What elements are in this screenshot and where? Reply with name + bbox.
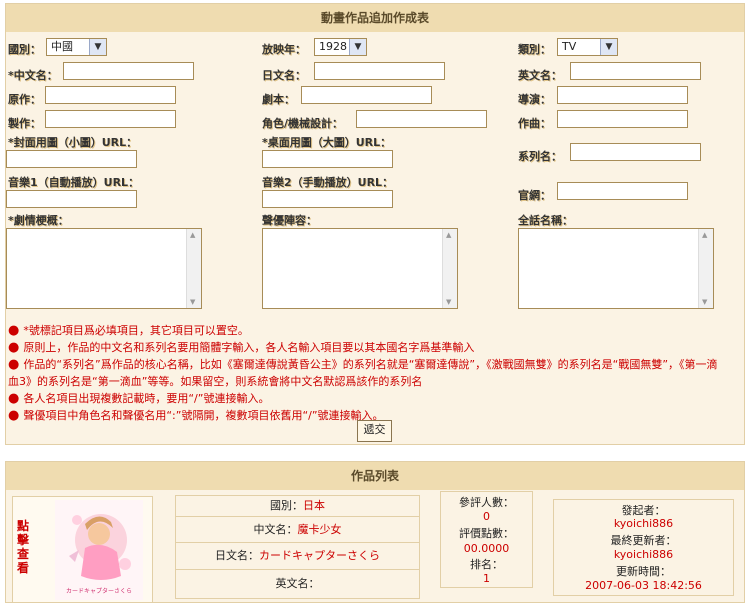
en-name-label: 英文名：	[518, 69, 562, 82]
updated-value: 2007-06-03 18:42:56	[585, 579, 702, 592]
official-site-input[interactable]	[557, 182, 688, 200]
note-text: 各人名項目出現複數記載時，要用“/”號連接輸入。	[23, 392, 270, 405]
en-name-input[interactable]	[570, 62, 701, 80]
official-site-label: 官網：	[518, 189, 551, 202]
score-value: 00.0000	[463, 542, 510, 555]
cover-large-input[interactable]	[262, 150, 393, 168]
script-label: 劇本：	[262, 93, 295, 106]
rank-value: 1	[483, 572, 490, 585]
bullet-icon: ●	[8, 357, 20, 372]
updater-value[interactable]: kyoichi886	[554, 548, 733, 561]
country-label: 國別：	[8, 43, 41, 56]
country-label: 國別：	[270, 499, 303, 512]
form-title: 動畫作品追加作成表	[6, 4, 744, 32]
year-select-value: 1928	[319, 40, 347, 53]
jp-name-input[interactable]	[314, 62, 445, 80]
production-input[interactable]	[45, 110, 176, 128]
bullet-icon: ●	[8, 391, 20, 406]
work-meta-box: 發起者： kyoichi886 最終更新者： kyoichi886 更新時間： …	[553, 499, 734, 596]
creator-label: 發起者：	[621, 504, 666, 517]
en-name-label: 英文名：	[275, 577, 320, 590]
music1-input[interactable]	[6, 190, 137, 208]
work-rating-box: 參評人數： 0 評價點數： 00.0000 排名： 1	[440, 491, 533, 588]
chevron-down-icon[interactable]: ▼	[600, 39, 617, 55]
bullet-icon: ●	[8, 408, 20, 423]
submit-button[interactable]: 遞交	[357, 420, 392, 442]
cover-large-label: *桌面用圖（大圖）URL：	[262, 136, 392, 149]
cn-name-label: *中文名：	[8, 69, 58, 82]
jp-name-row: 日文名：カードキャプターさくら	[176, 543, 419, 570]
script-input[interactable]	[301, 86, 432, 104]
country-select-value: 中國	[51, 40, 73, 53]
rank-label: 排名：	[470, 558, 503, 571]
raters-label: 參評人數：	[459, 496, 514, 509]
jp-name-label: 日文名：	[215, 549, 259, 562]
char-design-label: 角色/機械設計：	[262, 117, 344, 130]
original-input[interactable]	[45, 86, 176, 104]
music-composer-input[interactable]	[557, 110, 688, 128]
bullet-icon: ●	[8, 340, 20, 355]
note-text: 原則上，作品的中文名和系列名要用簡體字輸入，各人名輸入項目要以其本國名字爲基準輸…	[23, 341, 475, 354]
year-label: 放映年：	[262, 43, 306, 56]
music2-input[interactable]	[262, 190, 393, 208]
jp-name-label: 日文名：	[262, 69, 306, 82]
voice-cast-textarea[interactable]: ▲ ▼	[262, 228, 458, 309]
anime-cover-image[interactable]: カードキャプターさくら	[55, 500, 143, 600]
view-link[interactable]: 點擊查看	[17, 519, 31, 575]
cn-name-value: 魔卡少女	[297, 523, 342, 536]
note-item: ● 各人名項目出現複數記載時，要用“/”號連接輸入。	[8, 390, 728, 407]
scrollbar[interactable]: ▲ ▼	[698, 229, 713, 308]
cover-caption: カードキャプターさくら	[66, 587, 132, 595]
cn-name-label: 中文名：	[253, 523, 298, 536]
year-select[interactable]: 1928 ▼	[314, 38, 367, 56]
bullet-icon: ●	[8, 323, 20, 338]
updated-label: 更新時間：	[616, 565, 671, 578]
scrollbar[interactable]: ▲ ▼	[442, 229, 457, 308]
jp-name-value: カードキャプターさくら	[259, 549, 380, 562]
music2-label: 音樂2（手動播放）URL：	[262, 176, 394, 189]
series-input[interactable]	[570, 143, 701, 161]
work-names-box: 國別：日本 中文名：魔卡少女 日文名：カードキャプターさくら 英文名：	[175, 495, 420, 599]
music1-label: 音樂1（自動播放）URL：	[8, 176, 140, 189]
notes-list: ● *號標記項目爲必填項目，其它項目可以置空。 ● 原則上，作品的中文名和系列名要用…	[8, 322, 728, 424]
voice-cast-label: 聲優陣容：	[262, 214, 317, 227]
scrollbar[interactable]: ▲ ▼	[186, 229, 201, 308]
production-label: 製作：	[8, 117, 41, 130]
episode-names-textarea[interactable]: ▲ ▼	[518, 228, 714, 309]
note-text: 作品的“系列名”爲作品的核心名稱，比如《塞爾達傳說黃昏公主》的系列名就是“塞爾達…	[8, 358, 718, 388]
note-text: 聲優項目中角色名和聲優名用“:”號隔開，複數項目依舊用“/”號連接輸入。	[23, 409, 384, 422]
cover-small-label: *封面用圖（小圖）URL：	[8, 136, 138, 149]
music-composer-label: 作曲：	[518, 117, 551, 130]
type-select-value: TV	[562, 40, 577, 53]
country-row: 國別：日本	[176, 496, 419, 517]
char-design-input[interactable]	[356, 110, 487, 128]
synopsis-textarea[interactable]: ▲ ▼	[6, 228, 202, 309]
chevron-down-icon[interactable]: ▼	[89, 39, 106, 55]
chevron-down-icon[interactable]: ▼	[349, 39, 366, 55]
country-select[interactable]: 中國 ▼	[46, 38, 107, 56]
updater-label: 最終更新者：	[610, 534, 677, 547]
creator-value[interactable]: kyoichi886	[554, 517, 733, 530]
en-name-row: 英文名：	[176, 570, 419, 598]
country-value: 日本	[303, 499, 325, 512]
work-thumbnail-card[interactable]: 點擊查看 カードキャプターさくら	[12, 496, 153, 603]
note-item: ● 原則上，作品的中文名和系列名要用簡體字輸入，各人名輸入項目要以其本國名字爲基準…	[8, 339, 728, 356]
cover-small-input[interactable]	[6, 150, 137, 168]
director-label: 導演：	[518, 93, 551, 106]
note-item: ● *號標記項目爲必填項目，其它項目可以置空。	[8, 322, 728, 339]
type-select[interactable]: TV ▼	[557, 38, 618, 56]
cn-name-input[interactable]	[63, 62, 194, 80]
works-list-title: 作品列表	[6, 462, 744, 490]
note-text: *號標記項目爲必填項目，其它項目可以置空。	[23, 324, 249, 337]
cn-name-row: 中文名：魔卡少女	[176, 517, 419, 543]
director-input[interactable]	[557, 86, 688, 104]
type-label: 類別：	[518, 43, 551, 56]
score-label: 評價點數：	[459, 527, 514, 540]
episode-names-label: 全話名稱：	[518, 214, 573, 227]
raters-value: 0	[483, 510, 490, 523]
series-label: 系列名：	[518, 150, 562, 163]
original-label: 原作：	[8, 93, 41, 106]
note-item: ● 作品的“系列名”爲作品的核心名稱，比如《塞爾達傳說黃昏公主》的系列名就是“塞爾…	[8, 356, 728, 390]
synopsis-label: *劇情梗概：	[8, 214, 69, 227]
